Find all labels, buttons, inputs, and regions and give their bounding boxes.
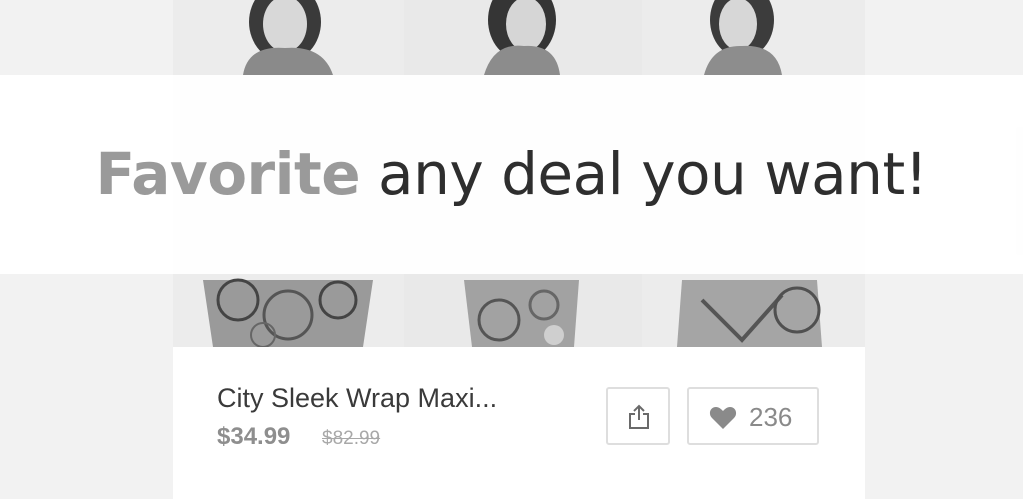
favorite-button[interactable]: 236	[687, 387, 819, 445]
share-icon	[629, 404, 649, 429]
app-screen: City Sleek Wrap Maxi... $34.99 $82.99 23…	[0, 0, 1023, 499]
headline-text: any deal you want!	[360, 140, 928, 208]
promo-banner: Favorite any deal you want!	[0, 75, 1023, 274]
original-price: $82.99	[322, 428, 381, 449]
heart-icon	[709, 407, 737, 429]
sale-price: $34.99	[217, 423, 291, 450]
headline-accent: Favorite	[95, 140, 361, 208]
product-title[interactable]: City Sleek Wrap Maxi...	[217, 383, 497, 414]
share-button[interactable]	[606, 387, 670, 445]
banner-headline: Favorite any deal you want!	[0, 75, 1023, 274]
favorite-count: 236	[749, 402, 793, 432]
